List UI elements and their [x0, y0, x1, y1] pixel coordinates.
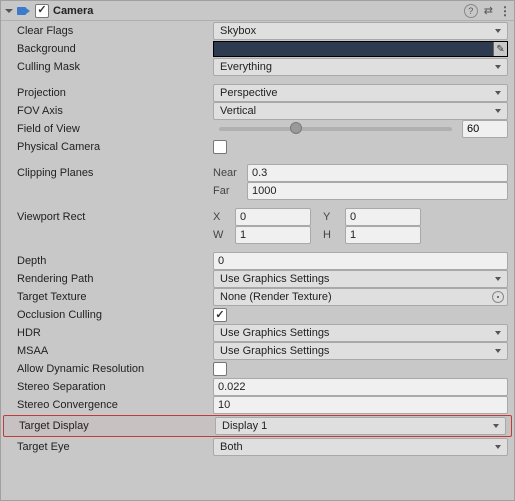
stereo-convergence-input[interactable]: [213, 396, 508, 414]
far-input[interactable]: [247, 182, 508, 200]
fov-axis-label: FOV Axis: [17, 105, 213, 117]
fov-value-input[interactable]: [462, 120, 508, 138]
stereo-convergence-label: Stereo Convergence: [17, 399, 213, 411]
rendering-path-dropdown[interactable]: Use Graphics Settings: [213, 270, 508, 288]
vp-y-input[interactable]: [345, 208, 421, 226]
target-display-highlight: Target Display Display 1: [3, 415, 512, 437]
culling-mask-label: Culling Mask: [17, 61, 213, 73]
context-menu-icon[interactable]: ⋮: [499, 4, 510, 18]
target-eye-dropdown[interactable]: Both: [213, 438, 508, 456]
physical-camera-checkbox[interactable]: [213, 140, 227, 154]
fov-slider[interactable]: [219, 127, 452, 131]
preset-icon[interactable]: ⇄: [484, 4, 493, 17]
fov-label: Field of View: [17, 123, 213, 135]
culling-mask-dropdown[interactable]: Everything: [213, 58, 508, 76]
component-title: Camera: [53, 5, 93, 17]
component-enable-checkbox[interactable]: [35, 4, 49, 18]
msaa-dropdown[interactable]: Use Graphics Settings: [213, 342, 508, 360]
vp-y-label[interactable]: Y: [323, 211, 341, 223]
occlusion-culling-checkbox[interactable]: [213, 308, 227, 322]
clear-flags-label: Clear Flags: [17, 25, 213, 37]
stereo-separation-input[interactable]: [213, 378, 508, 396]
vp-w-label[interactable]: W: [213, 229, 231, 241]
hdr-dropdown[interactable]: Use Graphics Settings: [213, 324, 508, 342]
eyedropper-icon[interactable]: ✎: [493, 42, 507, 56]
fov-axis-dropdown[interactable]: Vertical: [213, 102, 508, 120]
hdr-label: HDR: [17, 327, 213, 339]
target-display-label: Target Display: [19, 420, 215, 432]
vp-h-label[interactable]: H: [323, 229, 341, 241]
component-header[interactable]: Camera ? ⇄ ⋮: [1, 1, 514, 21]
projection-dropdown[interactable]: Perspective: [213, 84, 508, 102]
rendering-path-label: Rendering Path: [17, 273, 213, 285]
target-eye-label: Target Eye: [17, 441, 213, 453]
camera-icon: [17, 6, 31, 16]
target-display-dropdown[interactable]: Display 1: [215, 417, 506, 435]
vp-x-label[interactable]: X: [213, 211, 231, 223]
camera-inspector-panel: Camera ? ⇄ ⋮ Clear Flags Skybox Backgrou…: [0, 0, 515, 501]
clear-flags-dropdown[interactable]: Skybox: [213, 22, 508, 40]
target-texture-field[interactable]: None (Render Texture): [213, 288, 508, 306]
viewport-rect-label: Viewport Rect: [17, 211, 213, 223]
msaa-label: MSAA: [17, 345, 213, 357]
foldout-arrow-icon[interactable]: [5, 9, 13, 13]
depth-input[interactable]: [213, 252, 508, 270]
stereo-separation-label: Stereo Separation: [17, 381, 213, 393]
vp-x-input[interactable]: [235, 208, 311, 226]
target-texture-label: Target Texture: [17, 291, 213, 303]
allow-dynamic-res-checkbox[interactable]: [213, 362, 227, 376]
near-label[interactable]: Near: [213, 167, 243, 179]
projection-label: Projection: [17, 87, 213, 99]
near-input[interactable]: [247, 164, 508, 182]
vp-h-input[interactable]: [345, 226, 421, 244]
background-color-field[interactable]: ✎: [213, 41, 508, 57]
background-label: Background: [17, 43, 213, 55]
help-icon[interactable]: ?: [464, 4, 478, 18]
depth-label: Depth: [17, 255, 213, 267]
allow-dynamic-res-label: Allow Dynamic Resolution: [17, 363, 213, 375]
vp-w-input[interactable]: [235, 226, 311, 244]
fov-slider-thumb[interactable]: [290, 122, 302, 134]
far-label[interactable]: Far: [213, 185, 243, 197]
physical-camera-label: Physical Camera: [17, 141, 213, 153]
properties-list: Clear Flags Skybox Background ✎ Culling …: [1, 21, 514, 456]
occlusion-culling-label: Occlusion Culling: [17, 309, 213, 321]
clipping-planes-label: Clipping Planes: [17, 167, 213, 179]
object-picker-icon[interactable]: [492, 291, 504, 303]
